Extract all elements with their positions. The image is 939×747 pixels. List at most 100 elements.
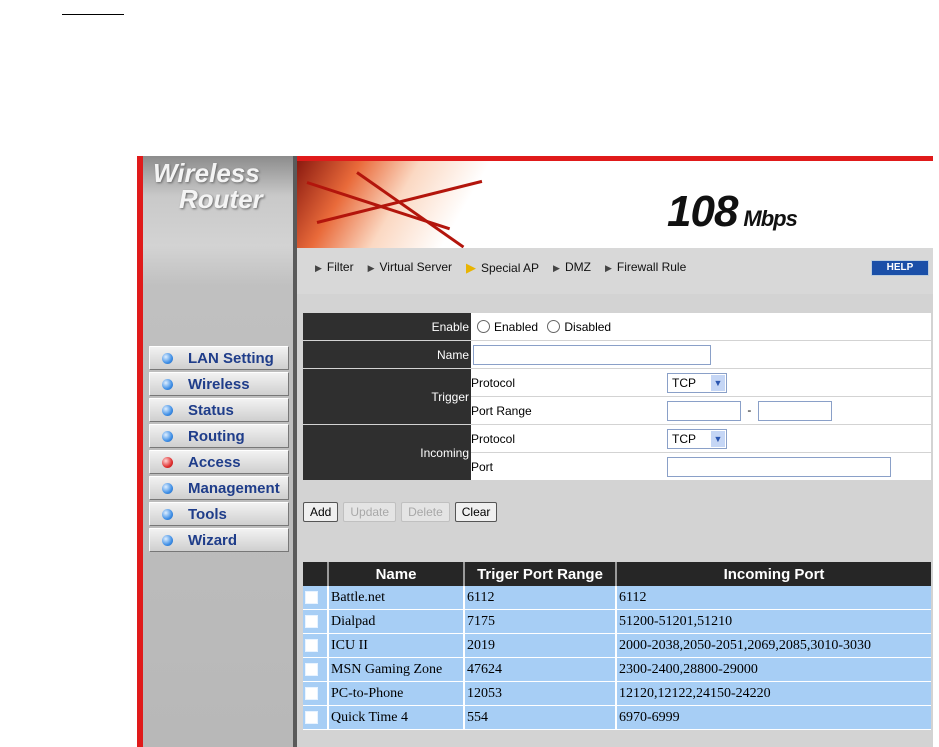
cell-incoming-port: 51200-51201,51210 xyxy=(616,609,931,634)
incoming-port-label: Port xyxy=(471,452,667,481)
bullet-icon xyxy=(162,483,173,494)
trigger-port-range-label: Port Range xyxy=(471,396,667,425)
speed-label: 108 Mbps xyxy=(667,187,798,237)
sidebar-item-status[interactable]: Status xyxy=(149,398,289,422)
trigger-port-range-cell: - xyxy=(667,396,931,425)
enabled-radio-label: Enabled xyxy=(494,319,539,334)
bullet-icon xyxy=(162,431,173,442)
bullet-icon-active xyxy=(162,457,173,468)
table-row: Quick Time 4 554 6970-6999 xyxy=(303,705,931,730)
trigger-port-start-input[interactable] xyxy=(667,400,741,421)
enable-options: Enabled Disabled xyxy=(471,313,931,341)
header-banner: 108 Mbps xyxy=(297,156,933,248)
trigger-protocol-value: TCP xyxy=(672,375,696,390)
clear-button[interactable]: Clear xyxy=(454,502,498,522)
column-header-trigger-range: Triger Port Range xyxy=(464,562,617,586)
row-checkbox[interactable] xyxy=(305,662,318,676)
nav-dmz[interactable]: ▶ DMZ xyxy=(553,260,591,276)
bullet-icon xyxy=(162,405,173,416)
nav-filter[interactable]: ▶ Filter xyxy=(315,260,354,276)
row-select-cell xyxy=(303,657,329,682)
sidebar-item-wireless[interactable]: Wireless xyxy=(149,372,289,396)
nav-virtual-server[interactable]: ▶ Virtual Server xyxy=(368,260,452,276)
nav-label: DMZ xyxy=(564,260,591,274)
sidebar-item-wizard[interactable]: Wizard xyxy=(149,528,289,552)
cell-trigger-range: 6112 xyxy=(464,586,617,610)
column-header-incoming-port: Incoming Port xyxy=(616,562,931,586)
sidebar-item-tools[interactable]: Tools xyxy=(149,502,289,526)
enable-label: Enable xyxy=(303,313,471,341)
help-label: HELP xyxy=(886,262,914,273)
name-input[interactable] xyxy=(473,344,711,365)
top-rule xyxy=(62,14,124,15)
cell-name: ICU II xyxy=(328,633,465,658)
sidebar-menu: LAN Setting Wireless Status Routing Acce… xyxy=(149,346,289,554)
cell-name: Dialpad xyxy=(328,609,465,634)
sidebar-item-label: Wizard xyxy=(188,532,238,549)
sidebar-item-label: Access xyxy=(188,454,241,471)
sidebar-item-management[interactable]: Management xyxy=(149,476,289,500)
chevron-down-icon: ▼ xyxy=(711,374,725,391)
sidebar-item-label: Status xyxy=(188,402,234,419)
cell-name: MSN Gaming Zone xyxy=(328,657,465,682)
cell-incoming-port: 2000-2038,2050-2051,2069,2085,3010-3030 xyxy=(616,633,931,658)
row-checkbox[interactable] xyxy=(305,638,318,652)
nav-label: Virtual Server xyxy=(379,260,452,274)
router-admin-frame: Wireless Router LAN Setting Wireless Sta… xyxy=(137,156,933,747)
sidebar-item-access[interactable]: Access xyxy=(149,450,289,474)
enabled-radio[interactable] xyxy=(477,319,490,333)
brand-line2: Router xyxy=(179,184,263,214)
row-select-cell xyxy=(303,609,329,634)
table-row: Dialpad 7175 51200-51201,51210 xyxy=(303,609,931,634)
row-checkbox[interactable] xyxy=(305,686,318,700)
incoming-protocol-select[interactable]: TCP ▼ xyxy=(667,428,727,449)
row-checkbox[interactable] xyxy=(305,710,318,724)
incoming-port-cell xyxy=(667,452,931,481)
nav-label: Special AP xyxy=(481,261,540,275)
cell-name: Battle.net xyxy=(328,586,465,610)
sidebar-item-label: Wireless xyxy=(188,376,250,393)
nav-label: Filter xyxy=(326,260,354,274)
triangle-right-icon: ▶ xyxy=(315,263,322,273)
incoming-protocol-cell: TCP ▼ xyxy=(667,424,931,453)
select-column-header xyxy=(303,562,329,586)
brand-logo: Wireless Router xyxy=(153,160,263,212)
sidebar-item-label: Routing xyxy=(188,428,245,445)
nav-special-ap[interactable]: ▶ Special AP xyxy=(466,260,539,276)
row-select-cell xyxy=(303,705,329,730)
trigger-protocol-cell: TCP ▼ xyxy=(667,368,931,397)
speed-value: 108 xyxy=(667,187,738,236)
table-row: PC-to-Phone 12053 12120,12122,24150-2422… xyxy=(303,681,931,706)
name-label: Name xyxy=(303,340,471,369)
incoming-port-input[interactable] xyxy=(667,456,891,477)
trigger-protocol-select[interactable]: TCP ▼ xyxy=(667,372,727,393)
cell-trigger-range: 2019 xyxy=(464,633,617,658)
cell-trigger-range: 554 xyxy=(464,705,617,730)
triangle-right-icon: ▶ xyxy=(553,263,560,273)
bullet-icon xyxy=(162,353,173,364)
triangle-right-icon: ▶ xyxy=(604,263,612,273)
add-button[interactable]: Add xyxy=(303,502,339,522)
update-button[interactable]: Update xyxy=(343,502,397,522)
disabled-radio-label: Disabled xyxy=(564,319,612,334)
row-select-cell xyxy=(303,633,329,658)
bullet-icon xyxy=(162,535,173,546)
row-checkbox[interactable] xyxy=(305,590,318,604)
incoming-protocol-label: Protocol xyxy=(471,424,667,453)
delete-button[interactable]: Delete xyxy=(401,502,450,522)
sidebar-item-routing[interactable]: Routing xyxy=(149,424,289,448)
disabled-radio[interactable] xyxy=(547,319,561,333)
cell-name: Quick Time 4 xyxy=(328,705,465,730)
nav-firewall-rule[interactable]: ▶ Firewall Rule xyxy=(605,260,686,276)
help-button[interactable]: HELP xyxy=(871,260,929,276)
row-checkbox[interactable] xyxy=(305,614,318,628)
table-row: MSN Gaming Zone 47624 2300-2400,28800-29… xyxy=(303,657,931,682)
sidebar-item-lan-setting[interactable]: LAN Setting xyxy=(149,346,289,370)
trigger-protocol-label: Protocol xyxy=(471,368,667,397)
incoming-label: Incoming xyxy=(303,424,471,481)
main-content: Enable Enabled Disabled Name Trigger Pro… xyxy=(297,294,933,747)
table-header-row: Name Triger Port Range Incoming Port xyxy=(303,562,931,586)
trigger-port-end-input[interactable] xyxy=(757,400,832,421)
bullet-icon xyxy=(162,379,173,390)
cell-name: PC-to-Phone xyxy=(328,681,465,706)
